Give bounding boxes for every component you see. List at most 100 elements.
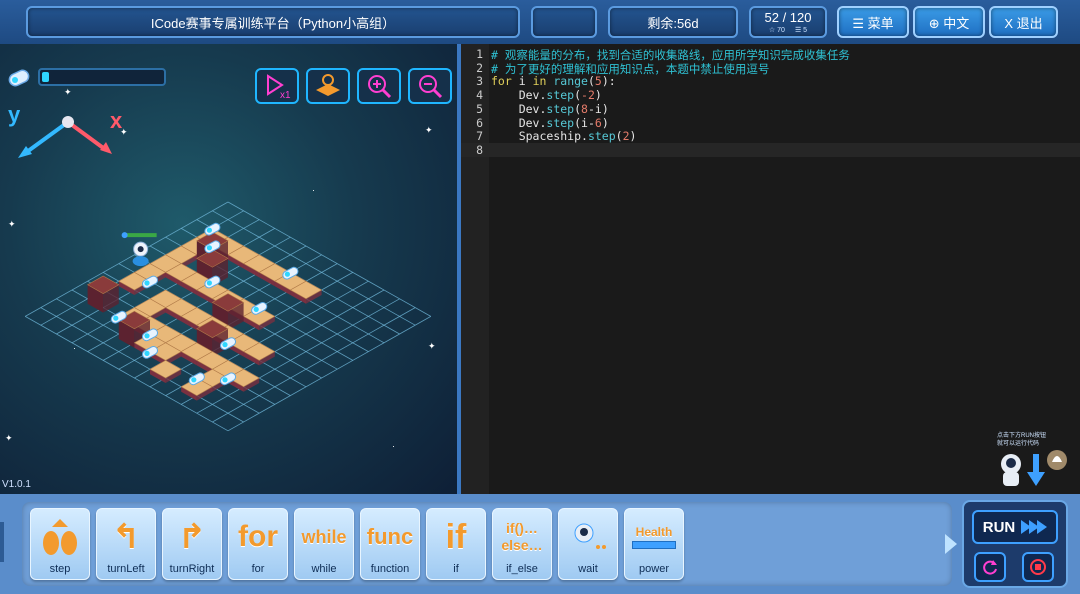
- command-step[interactable]: step: [30, 508, 90, 580]
- code-editor[interactable]: 1 # 观察能量的分布，找到合适的收集路线，应用所学知识完成收集任务 2 # 为了更好…: [461, 44, 1080, 494]
- command-for[interactable]: for for: [228, 508, 288, 580]
- dev-robot-icon: [121, 232, 157, 267]
- level-progress: 52 / 120 ☆ 70 ☰ 5: [749, 6, 827, 38]
- line-number: 8: [476, 142, 483, 157]
- code-token: ): [601, 115, 609, 130]
- code-token: ):: [601, 74, 616, 89]
- version-label: V1.0.1: [2, 479, 31, 490]
- remaining-days: 剩余:56d: [608, 6, 738, 38]
- line-number: 3: [476, 74, 483, 89]
- line-number: 6: [476, 115, 483, 130]
- exit-button-label: X 退出: [1004, 15, 1043, 31]
- grid-line: [212, 307, 416, 423]
- code-token: Dev.: [491, 115, 547, 130]
- palette-next-arrow[interactable]: [945, 534, 957, 554]
- code-line[interactable]: 3 for i in range(5):: [461, 74, 1080, 88]
- code-token: in: [532, 74, 547, 89]
- code-text[interactable]: Spaceship.step(2): [491, 129, 637, 144]
- turn-right-icon: ↱: [177, 518, 207, 556]
- robot-icon: [1001, 450, 1067, 486]
- language-button[interactable]: ⊕ 中文: [913, 6, 985, 38]
- command-palette: step ↰ turnLeft ↱ turnRight for for while while f…: [22, 502, 952, 586]
- code-text[interactable]: Dev.step(i-6): [491, 116, 609, 130]
- fast-forward-icon: [1021, 520, 1048, 534]
- code-token: step: [546, 101, 575, 116]
- command-while[interactable]: while while: [294, 508, 354, 580]
- refresh-icon: [983, 560, 997, 575]
- code-token: -2: [581, 88, 595, 103]
- platform-title-text: ICode赛事专属训练平台（Python小高组）: [150, 15, 396, 31]
- level-progress-count: 52 / 120: [764, 9, 812, 25]
- if-icon: if: [445, 517, 467, 556]
- command-turnright[interactable]: ↱ turnRight: [162, 508, 222, 580]
- code-token: 2: [622, 129, 630, 144]
- top-bar: ICode赛事专属训练平台（Python小高组） 剩余:56d 52 / 120…: [0, 0, 1080, 44]
- grid-line: [227, 316, 431, 432]
- floor-tile: [149, 360, 182, 383]
- level-progress-stats: ☆ 70 ☰ 5: [769, 27, 807, 34]
- code-token: 8: [581, 101, 588, 116]
- code-token: step: [587, 129, 616, 144]
- code-line[interactable]: 4 Dev.step(-2): [461, 88, 1080, 102]
- command-label: turnLeft: [107, 563, 145, 575]
- command-wait[interactable]: wait: [558, 508, 618, 580]
- while-icon: while: [301, 526, 347, 547]
- command-turnleft[interactable]: ↰ turnLeft: [96, 508, 156, 580]
- code-text[interactable]: for i in range(5):: [491, 74, 616, 88]
- code-line[interactable]: 6 Dev.step(i-6): [461, 116, 1080, 130]
- function-icon: func: [366, 524, 414, 549]
- command-label: for: [251, 563, 265, 575]
- code-line[interactable]: 1 # 观察能量的分布，找到合适的收集路线，应用所学知识完成收集任务: [461, 47, 1080, 62]
- code-token: Dev.: [491, 101, 547, 116]
- code-token: -i): [587, 101, 609, 116]
- game-board[interactable]: [0, 44, 457, 494]
- if-else-icon: if()… else…: [501, 519, 543, 554]
- code-line[interactable]: 5 Dev.step(8-i): [461, 102, 1080, 116]
- wait-icon: [559, 513, 617, 561]
- reset-button[interactable]: [974, 552, 1006, 582]
- line-number: 5: [476, 101, 483, 116]
- code-token: (: [574, 88, 582, 103]
- stars-count: ☆ 70: [768, 26, 785, 34]
- line-number: 2: [476, 60, 483, 75]
- menu-button[interactable]: ☰ 菜单: [837, 6, 909, 38]
- menu-button-label: ☰ 菜单: [852, 15, 894, 31]
- code-line[interactable]: 8: [461, 142, 1080, 157]
- command-if[interactable]: if if: [426, 508, 486, 580]
- command-label: if: [453, 563, 459, 575]
- left-edge-tab: [0, 522, 4, 562]
- command-label: if_else: [506, 563, 538, 575]
- language-button-label: ⊕ 中文: [928, 15, 970, 31]
- command-label: step: [49, 563, 71, 575]
- code-line[interactable]: 7 Spaceship.step(2): [461, 129, 1080, 143]
- line-number: 7: [476, 129, 483, 144]
- step-icon: [31, 513, 89, 561]
- platform-title: ICode赛事专属训练平台（Python小高组）: [26, 6, 520, 38]
- exit-button[interactable]: X 退出: [989, 6, 1058, 38]
- code-text[interactable]: [491, 143, 519, 157]
- code-token: (: [615, 129, 623, 144]
- stop-button[interactable]: [1022, 552, 1054, 582]
- line-number: 1: [476, 47, 483, 61]
- command-label: wait: [578, 563, 598, 575]
- code-text[interactable]: Dev.step(-2): [491, 88, 602, 102]
- code-token: (: [587, 74, 595, 89]
- command-function[interactable]: func function: [360, 508, 420, 580]
- command-if-else[interactable]: if()… else… if_else: [492, 508, 552, 580]
- command-label: while: [311, 563, 337, 575]
- game-view[interactable]: ✦ ✦ ✦ ✦ · · ✦ ✦ · y x x1 V1.0.1: [0, 44, 457, 494]
- code-token: range: [553, 74, 588, 89]
- code-line[interactable]: 2 # 为了更好的理解和应用知识点，本题中禁止使用逗号: [461, 60, 1080, 76]
- code-text[interactable]: Dev.step(8-i): [491, 102, 609, 116]
- code-token: 6: [594, 115, 602, 130]
- helper-robot: 点击下方RUN按钮 就可以运行代码: [995, 430, 1077, 492]
- command-power[interactable]: Health power: [624, 508, 684, 580]
- remaining-days-text: 剩余:56d: [647, 15, 699, 31]
- wall-block: [86, 275, 120, 313]
- command-label: turnRight: [169, 563, 215, 575]
- bottom-bar: step ↰ turnLeft ↱ turnRight for for while while f…: [0, 494, 1080, 594]
- run-button[interactable]: RUN: [972, 510, 1058, 544]
- code-token: step: [546, 115, 575, 130]
- code-token: ): [629, 129, 637, 144]
